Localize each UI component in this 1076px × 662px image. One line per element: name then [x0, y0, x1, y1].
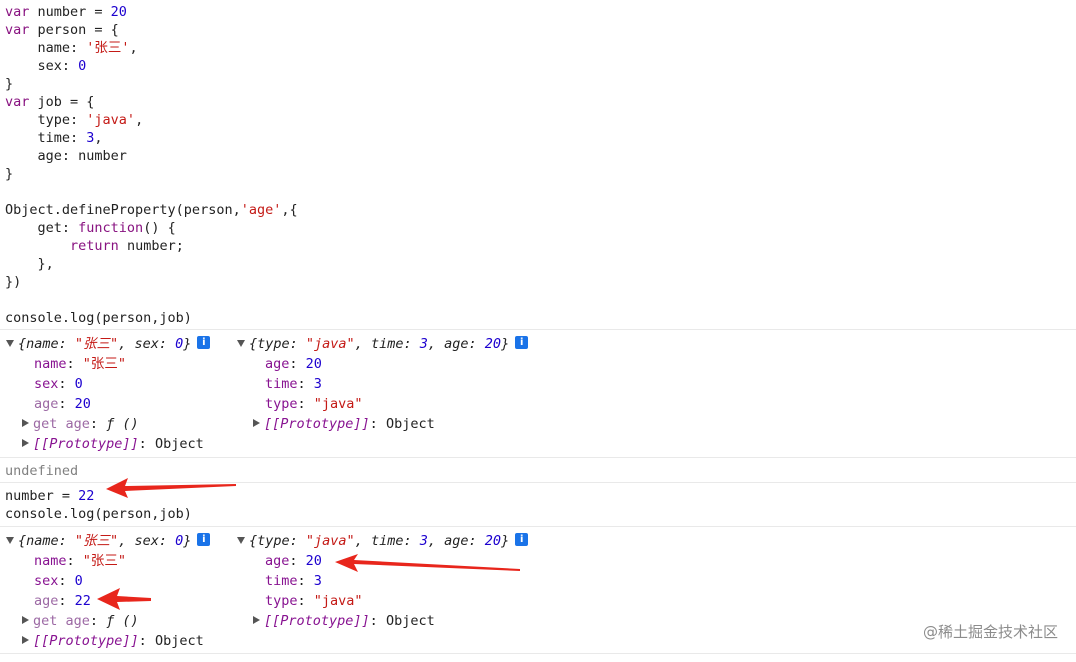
watermark-text: @稀土掘金技术社区 [922, 623, 1058, 641]
annotation-arrows [97, 478, 520, 610]
red-arrow-icon [335, 554, 520, 572]
red-arrow-icon [106, 478, 236, 498]
red-arrow-icon [97, 588, 151, 610]
